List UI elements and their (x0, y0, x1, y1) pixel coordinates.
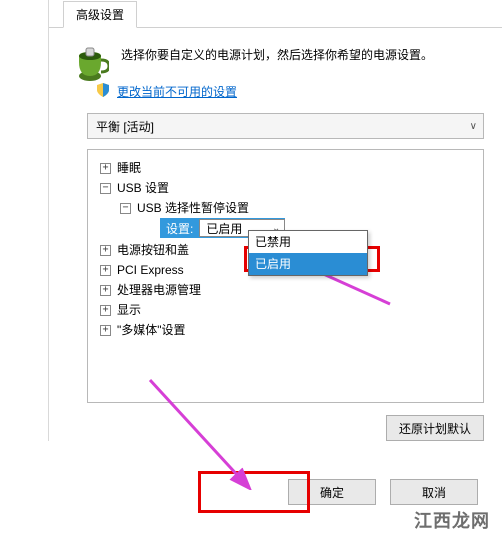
tab-advanced[interactable]: 高级设置 (63, 1, 137, 28)
tree-label: USB 选择性暂停设置 (137, 199, 249, 217)
power-plan-icon (71, 46, 109, 84)
expander-icon[interactable]: − (120, 203, 131, 214)
change-unavailable-link[interactable]: 更改当前不可用的设置 (117, 83, 237, 100)
dialog-buttons: 确定 取消 (288, 479, 478, 505)
intro-text: 选择你要自定义的电源计划，然后选择你希望的电源设置。 (121, 46, 433, 64)
dropdown-option-disabled[interactable]: 已禁用 (249, 231, 367, 253)
restore-defaults-button[interactable]: 还原计划默认 (386, 415, 484, 441)
tree-label: PCI Express (117, 261, 184, 279)
settings-tree: + 睡眠 − USB 设置 − USB 选择性暂停设置 设置: 已启用 ⌄ + (87, 149, 484, 403)
dropdown-option-enabled[interactable]: 已启用 (249, 253, 367, 275)
chevron-down-icon: ∨ (470, 121, 477, 132)
tree-label: 显示 (117, 301, 141, 319)
expander-icon[interactable]: + (100, 265, 111, 276)
tree-item-sleep[interactable]: + 睡眠 (94, 158, 477, 178)
cancel-button[interactable]: 取消 (390, 479, 478, 505)
expander-icon[interactable]: + (100, 163, 111, 174)
expander-icon[interactable]: + (100, 245, 111, 256)
expander-icon[interactable]: − (100, 183, 111, 194)
advanced-power-dialog: 高级设置 选择你要自定义的电源计划，然后选择你希望的电源设置。 (48, 0, 502, 441)
tree-item-usb[interactable]: − USB 设置 (94, 178, 477, 198)
tree-item-usb-suspend[interactable]: − USB 选择性暂停设置 (94, 198, 477, 218)
setting-label: 设置: (160, 220, 199, 237)
tree-item-display[interactable]: + 显示 (94, 300, 477, 320)
expander-icon[interactable]: + (100, 325, 111, 336)
setting-dropdown-list: 已禁用 已启用 (248, 230, 368, 276)
tree-item-cpu[interactable]: + 处理器电源管理 (94, 280, 477, 300)
watermark: 江西龙网 (414, 507, 490, 533)
power-plan-value: 平衡 [活动] (96, 118, 154, 135)
tree-label: "多媒体"设置 (117, 321, 186, 339)
tree-label: 处理器电源管理 (117, 281, 201, 299)
shield-icon (95, 82, 111, 101)
tree-label: 睡眠 (117, 159, 141, 177)
tree-label: USB 设置 (117, 179, 169, 197)
power-plan-select[interactable]: 平衡 [活动] ∨ (87, 113, 484, 139)
tree-item-multimedia[interactable]: + "多媒体"设置 (94, 320, 477, 340)
expander-icon[interactable]: + (100, 305, 111, 316)
setting-value-text: 已启用 (206, 220, 242, 237)
tab-strip: 高级设置 (49, 0, 502, 28)
ok-button[interactable]: 确定 (288, 479, 376, 505)
tree-label: 电源按钮和盖 (117, 241, 189, 259)
expander-icon[interactable]: + (100, 285, 111, 296)
